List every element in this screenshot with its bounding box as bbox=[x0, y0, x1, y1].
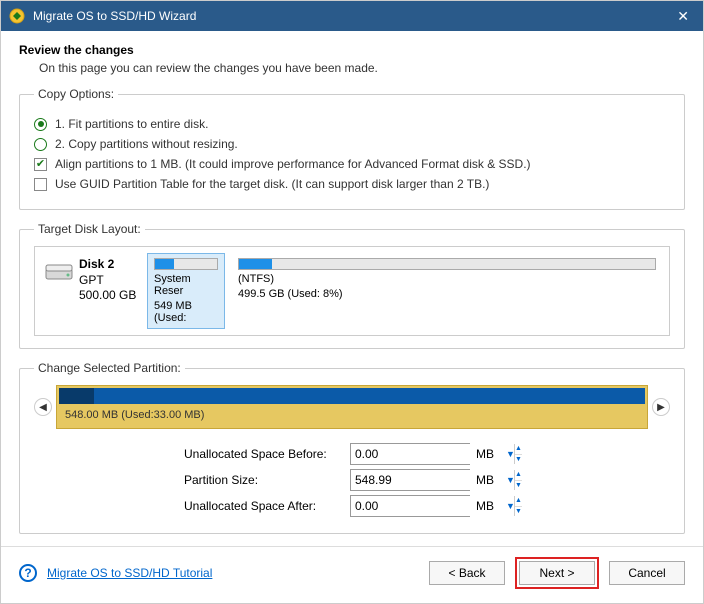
unit-dropdown-icon[interactable]: ▼ bbox=[506, 449, 520, 459]
cancel-button[interactable]: Cancel bbox=[609, 561, 685, 585]
radio-icon[interactable] bbox=[34, 138, 47, 151]
checkbox-icon[interactable] bbox=[34, 178, 47, 191]
option-fit-partitions[interactable]: 1. Fit partitions to entire disk. bbox=[34, 117, 670, 131]
unit-dropdown-icon[interactable]: ▼ bbox=[506, 475, 520, 485]
partition-name: (NTFS) bbox=[238, 273, 656, 285]
disk-type: GPT bbox=[79, 273, 136, 289]
partition-system-reserved[interactable]: System Reser 549 MB (Used: bbox=[147, 253, 225, 329]
unit-label: MB bbox=[476, 499, 500, 513]
option-align-partitions[interactable]: ✔ Align partitions to 1 MB. (It could im… bbox=[34, 157, 670, 171]
disk-layout-box: Disk 2 GPT 500.00 GB System Reser 549 MB… bbox=[34, 246, 670, 336]
unit-label: MB bbox=[476, 473, 500, 487]
copy-options-legend: Copy Options: bbox=[34, 87, 118, 101]
disk-name: Disk 2 bbox=[79, 257, 136, 273]
disk-info: Disk 2 GPT 500.00 GB bbox=[41, 253, 141, 329]
unit-label: MB bbox=[476, 447, 500, 461]
unalloc-before-input[interactable]: ▲ ▼ bbox=[350, 443, 470, 465]
target-disk-layout-legend: Target Disk Layout: bbox=[34, 222, 145, 236]
disk-icon bbox=[45, 263, 73, 291]
partition-name: System Reser bbox=[154, 273, 218, 297]
close-icon[interactable]: ✕ bbox=[671, 8, 695, 25]
unalloc-after-input[interactable]: ▲ ▼ bbox=[350, 495, 470, 517]
titlebar: Migrate OS to SSD/HD Wizard ✕ bbox=[1, 1, 703, 31]
option-label: 2. Copy partitions without resizing. bbox=[55, 137, 238, 151]
shrink-left-button[interactable]: ◀ bbox=[34, 398, 52, 416]
partition-ntfs[interactable]: (NTFS) 499.5 GB (Used: 8%) bbox=[231, 253, 663, 329]
option-label: Align partitions to 1 MB. (It could impr… bbox=[55, 157, 531, 171]
radio-icon[interactable] bbox=[34, 118, 47, 131]
back-button[interactable]: < Back bbox=[429, 561, 505, 585]
tutorial-link[interactable]: Migrate OS to SSD/HD Tutorial bbox=[47, 566, 212, 580]
next-button-highlight: Next > bbox=[515, 557, 599, 589]
partition-info: 499.5 GB (Used: 8%) bbox=[238, 288, 656, 300]
unalloc-after-label: Unallocated Space After: bbox=[184, 499, 344, 513]
target-disk-layout-group: Target Disk Layout: Disk 2 GPT 500.00 GB bbox=[19, 222, 685, 349]
option-label: Use GUID Partition Table for the target … bbox=[55, 177, 489, 191]
partition-bar-label: 548.00 MB (Used:33.00 MB) bbox=[57, 404, 647, 421]
page-heading: Review the changes bbox=[19, 43, 685, 57]
option-copy-without-resize[interactable]: 2. Copy partitions without resizing. bbox=[34, 137, 670, 151]
window-title: Migrate OS to SSD/HD Wizard bbox=[33, 9, 671, 23]
wizard-footer: ? Migrate OS to SSD/HD Tutorial < Back N… bbox=[1, 546, 703, 599]
partition-size-label: Partition Size: bbox=[184, 473, 344, 487]
app-icon bbox=[9, 8, 25, 24]
option-use-guid[interactable]: Use GUID Partition Table for the target … bbox=[34, 177, 670, 191]
partition-size-input[interactable]: ▲ ▼ bbox=[350, 469, 470, 491]
change-partition-group: Change Selected Partition: ◀ 548.00 MB (… bbox=[19, 361, 685, 534]
page-subheading: On this page you can review the changes … bbox=[39, 61, 685, 75]
partition-size-bar[interactable]: 548.00 MB (Used:33.00 MB) bbox=[56, 385, 648, 429]
option-label: 1. Fit partitions to entire disk. bbox=[55, 117, 208, 131]
copy-options-group: Copy Options: 1. Fit partitions to entir… bbox=[19, 87, 685, 210]
content-area: Review the changes On this page you can … bbox=[1, 31, 703, 534]
unalloc-before-label: Unallocated Space Before: bbox=[184, 447, 344, 461]
next-button[interactable]: Next > bbox=[519, 561, 595, 585]
help-icon[interactable]: ? bbox=[19, 564, 37, 582]
change-partition-legend: Change Selected Partition: bbox=[34, 361, 185, 375]
unit-dropdown-icon[interactable]: ▼ bbox=[506, 501, 520, 511]
partition-info: 549 MB (Used: bbox=[154, 300, 218, 324]
grow-right-button[interactable]: ▶ bbox=[652, 398, 670, 416]
checkbox-icon[interactable]: ✔ bbox=[34, 158, 47, 171]
disk-size: 500.00 GB bbox=[79, 288, 136, 304]
